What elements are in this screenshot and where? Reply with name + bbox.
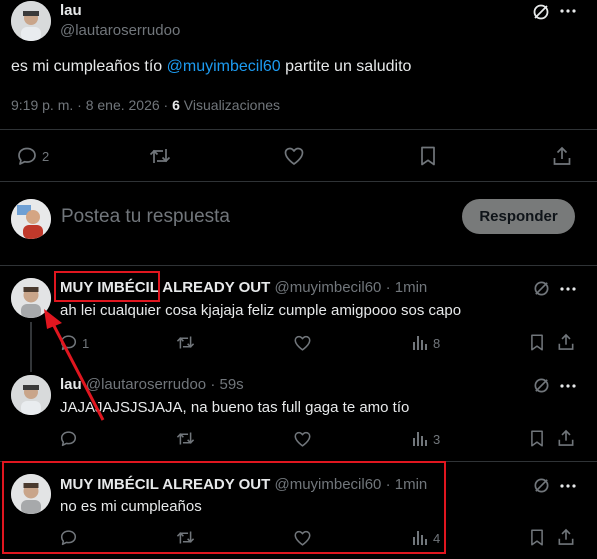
reply-input[interactable] <box>61 204 441 230</box>
bookmark-icon[interactable] <box>420 146 436 166</box>
composer-avatar <box>11 199 51 239</box>
reply-time[interactable]: · 1min <box>386 279 428 296</box>
share-icon[interactable] <box>558 333 574 351</box>
bookmark-icon[interactable] <box>530 430 544 447</box>
grok-icon[interactable] <box>533 280 550 297</box>
views-count: 3 <box>433 432 441 447</box>
share-icon[interactable] <box>558 429 574 447</box>
grok-icon[interactable] <box>533 477 550 494</box>
like-icon[interactable] <box>294 431 311 447</box>
reply-author-name[interactable]: lau <box>60 376 82 393</box>
reply-text: JAJAJAJSJSJAJA, na bueno tas full gaga t… <box>60 399 410 416</box>
main-post-author-name[interactable]: lau <box>60 2 82 19</box>
main-post-text-start: es mi cumpleaños tío <box>11 58 167 75</box>
like-icon[interactable] <box>284 147 304 165</box>
main-post-mention[interactable]: @muyimbecil60 <box>167 58 281 75</box>
like-icon[interactable] <box>294 335 311 351</box>
grok-icon[interactable] <box>533 377 550 394</box>
reply-author-handle[interactable]: @lautaroserrudoo <box>86 376 206 393</box>
reply-icon[interactable] <box>17 146 37 166</box>
divider <box>0 265 597 266</box>
main-post-author-handle[interactable]: @lautaroserrudoo <box>60 22 180 39</box>
divider <box>0 181 597 182</box>
reply-text: ah lei cualquier cosa kjajaja feliz cump… <box>60 302 462 319</box>
share-icon[interactable] <box>553 146 571 166</box>
bookmark-icon[interactable] <box>530 529 544 546</box>
more-options-icon[interactable] <box>560 484 576 488</box>
more-options-icon[interactable] <box>560 9 576 13</box>
more-options-icon[interactable] <box>560 287 576 291</box>
bookmark-icon[interactable] <box>530 334 544 351</box>
divider <box>0 129 597 130</box>
main-post-meta: 9:19 p. m. · 8 ene. 2026 · 6 Visualizaci… <box>11 97 280 113</box>
main-post-views-count: 6 <box>172 97 180 113</box>
share-icon[interactable] <box>558 528 574 546</box>
reply-button[interactable]: Responder <box>462 199 575 234</box>
reply-icon[interactable] <box>60 430 77 447</box>
reply-count: 1 <box>82 336 90 351</box>
reply-icon[interactable] <box>60 334 77 351</box>
reply-time[interactable]: · 59s <box>210 376 243 393</box>
main-post-timestamp[interactable]: 9:19 p. m. · 8 ene. 2026 · <box>11 97 172 113</box>
more-options-icon[interactable] <box>560 384 576 388</box>
grok-icon[interactable] <box>532 3 550 21</box>
repost-icon[interactable] <box>176 430 195 447</box>
reply-author-handle[interactable]: @muyimbecil60 <box>274 279 381 296</box>
main-post-text-end: partite un saludito <box>280 58 412 75</box>
reply-avatar[interactable] <box>11 375 51 415</box>
views-count: 8 <box>433 336 441 351</box>
annotation-box-reply <box>2 461 446 554</box>
reply-avatar[interactable] <box>11 278 51 318</box>
thread-line <box>30 322 32 372</box>
annotation-box-name <box>54 271 160 302</box>
views-icon[interactable] <box>412 334 428 350</box>
main-post-text: es mi cumpleaños tío @muyimbecil60 parti… <box>11 58 411 76</box>
repost-icon[interactable] <box>149 146 171 166</box>
main-post-avatar[interactable] <box>11 1 51 41</box>
repost-icon[interactable] <box>176 334 195 351</box>
reply-header: lau @lautaroserrudoo · 59s <box>60 376 244 393</box>
main-post-reply-count: 2 <box>42 149 50 164</box>
views-icon[interactable] <box>412 430 428 446</box>
main-post-views-label[interactable]: Visualizaciones <box>180 97 280 113</box>
